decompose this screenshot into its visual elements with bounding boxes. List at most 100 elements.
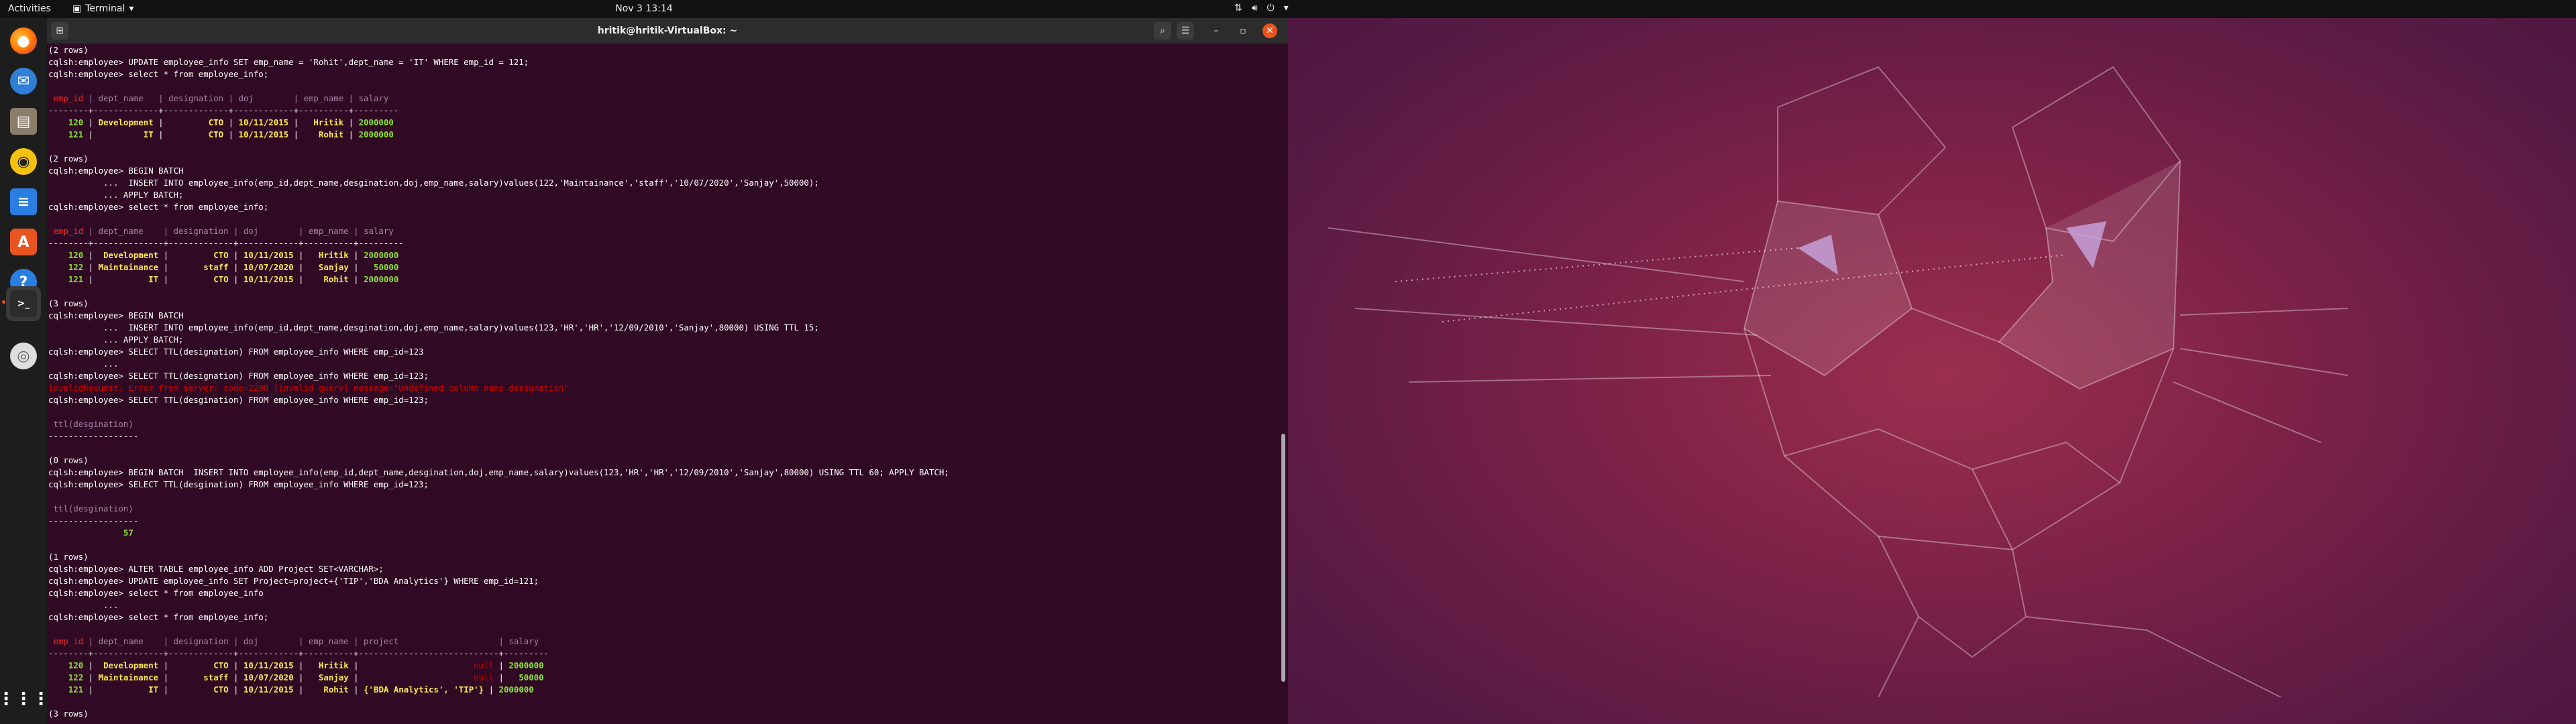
writer-icon[interactable]: ≡ [6,184,41,219]
top-bar: Activities ▣ Terminal ▾ Nov 3 13:14 ⇅ 🔊︎… [0,0,2576,18]
terminal-text: 2000000 [364,274,399,284]
apps-grid-icon[interactable]: ⋮⋮⋮ [0,682,50,717]
terminal-text: cqlsh:employee> SELECT TTL(designation) … [48,347,424,357]
scrollbar[interactable] [1281,434,1285,682]
terminal-text: | [228,672,244,682]
thunderbird-icon[interactable]: ✉ [6,64,41,99]
terminal-line: 121 | IT | CTO | 10/11/2015 | Rohit | 20… [48,129,1283,141]
terminal-text: | [494,660,509,670]
terminal-text: Development [98,250,159,260]
terminal-line: 122 | Maintainance | staff | 10/07/2020 … [48,261,1283,274]
terminal-text: 10/07/2020 [243,672,294,682]
terminal-text: | [83,117,99,127]
terminal-line: 121 | IT | CTO | 10/11/2015 | Rohit | {'… [48,684,1283,696]
terminal-text: | [484,684,499,695]
terminal-text: 121 [48,129,84,139]
terminal-line: cqlsh:employee> select * from employee_i… [48,68,1283,80]
search-icon[interactable]: ⌕ [1154,22,1171,40]
terminal-text: 10/11/2015 [238,117,289,127]
terminal-output[interactable]: (2 rows) cqlsh:employee> UPDATE employee_… [47,44,1283,724]
terminal-text: cqlsh:employee> ALTER TABLE employee_inf… [48,564,384,574]
terminal-text: | [343,93,359,103]
terminal-line: --------+--------------+-------------+--… [48,237,1283,249]
hamburger-menu-icon[interactable]: ☰ [1177,22,1194,40]
clock[interactable]: Nov 3 13:14 [0,3,1288,14]
terminal-text: | [158,672,174,682]
terminal-text: | [143,636,174,646]
terminal-text: cqlsh:employee> BEGIN BATCH INSERT INTO … [48,467,949,477]
maximize-button[interactable]: ▫ [1236,23,1250,38]
terminal-line: cqlsh:employee> select * from employee_i… [48,611,1283,623]
terminal-line: (3 rows) [48,708,1283,720]
terminal-line: cqlsh:employee> SELECT TTL(designation) … [48,370,1283,382]
terminal-text: Sanjay [308,672,349,682]
terminal-text: staff [173,262,229,272]
terminal-text: cqlsh:employee> UPDATE employee_info SET… [48,57,529,67]
firefox-icon[interactable]: ● [6,23,41,58]
terminal-text: | [223,117,239,127]
terminal-text: emp_name [308,636,349,646]
terminal-text: cqlsh:employee> BEGIN BATCH [48,310,184,320]
terminal-text: | [228,684,244,695]
terminal-text: Rohit [308,274,349,284]
terminal-text: | [293,672,309,682]
terminal-text: | [348,262,364,272]
terminal-line: ------------------ [48,515,1283,527]
terminal-text: (2 rows) [48,45,89,55]
terminal-text: salary [508,636,539,646]
terminal-text: ... [48,359,119,369]
terminal-text: doj [243,636,259,646]
system-tray[interactable]: ⇅ 🔊︎ ⏻ ▾ [1234,3,1289,13]
terminal-text: 10/11/2015 [243,250,294,260]
terminal-text: | [83,250,99,260]
terminal-text: emp_name [303,93,344,103]
close-button[interactable]: ✕ [1263,23,1277,38]
disc-icon[interactable]: ◎ [6,339,41,373]
terminal-text: Hritik [308,250,349,260]
terminal-text: | [253,93,304,103]
terminal-text: staff [173,672,229,682]
terminal-window[interactable]: ⊞ hritik@hritik-VirtualBox: ~ ⌕ ☰ – ▫ ✕ … [47,18,1288,724]
terminal-text: | [153,129,169,139]
terminal-text: CTO [173,274,229,284]
terminal-text: | [158,250,174,260]
terminal-text: designation [173,226,229,236]
terminal-text: (1 rows) [48,552,89,562]
terminal-line: ... INSERT INTO employee_info(emp_id,dep… [48,177,1283,189]
files-icon[interactable]: ▤ [6,104,41,139]
minimize-button[interactable]: – [1209,23,1224,38]
terminal-icon[interactable]: >_ [6,286,41,321]
terminal-text: 121 [48,684,84,695]
terminal-text: | [348,672,364,682]
terminal-header-bar[interactable]: ⊞ hritik@hritik-VirtualBox: ~ ⌕ ☰ – ▫ ✕ [47,18,1288,44]
software-icon[interactable]: A [6,225,41,259]
terminal-text: 2000000 [508,660,544,670]
terminal-line: 120 | Development | CTO | 10/11/2015 | H… [48,660,1283,672]
terminal-text: | [223,93,239,103]
rhythmbox-icon[interactable]: ◉ [6,144,41,179]
terminal-text: ... INSERT INTO employee_info(emp_id,dep… [48,322,819,333]
cat-wallpaper-art [1328,66,2348,697]
terminal-text: 10/11/2015 [243,684,294,695]
terminal-text: | [228,226,244,236]
terminal-line: emp_id | dept_name | designation | doj |… [48,225,1283,237]
terminal-text: InvalidRequest: Error from server: code=… [48,383,569,393]
terminal-text: project [364,636,399,646]
terminal-text: 2000000 [358,129,394,139]
terminal-line: 121 | IT | CTO | 10/11/2015 | Rohit | 20… [48,274,1283,286]
terminal-text: | [343,117,359,127]
terminal-text: | [348,684,364,695]
terminal-text: cqlsh:employee> select * from employee_i… [48,612,269,622]
terminal-text: | [228,250,244,260]
terminal-text: 121 [48,274,84,284]
terminal-text: 120 [48,117,84,127]
terminal-text: | [348,660,364,670]
terminal-text: CTO [168,117,224,127]
terminal-line: cqlsh:employee> BEGIN BATCH INSERT INTO … [48,467,1283,479]
terminal-text: IT [98,684,159,695]
terminal-text: ttl(desgination) [48,419,133,429]
